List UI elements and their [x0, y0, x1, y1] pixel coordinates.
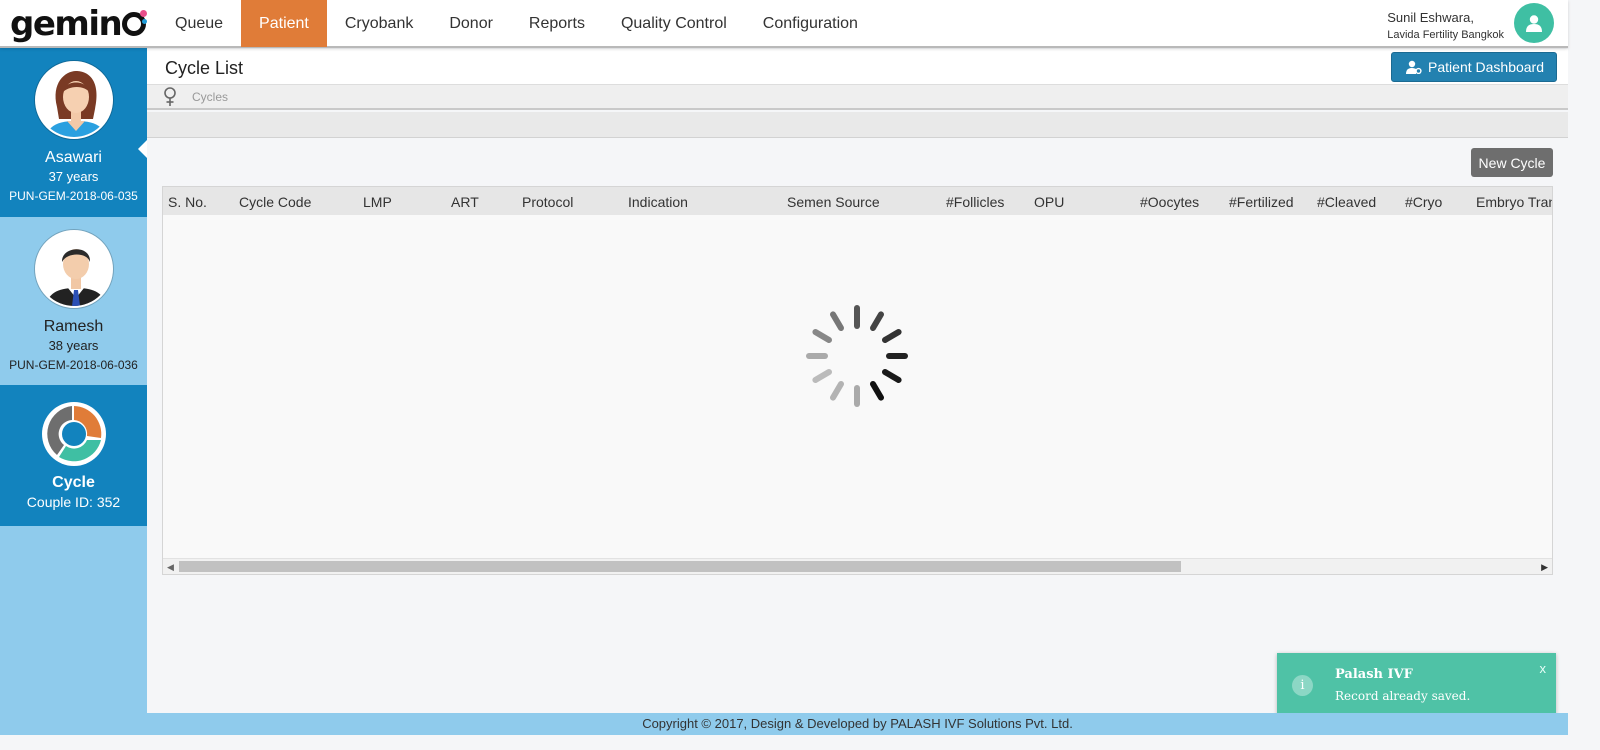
female-patient-age: 37 years	[48, 169, 99, 184]
col-s-no[interactable]: S. No.	[168, 194, 207, 210]
breadcrumb: Cycles	[147, 85, 1568, 110]
breadcrumb-cycles[interactable]: Cycles	[192, 90, 228, 104]
patient-dashboard-button[interactable]: Patient Dashboard	[1391, 52, 1557, 82]
col-lmp[interactable]: LMP	[363, 194, 392, 210]
col-oocytes[interactable]: #Oocytes	[1140, 194, 1199, 210]
logo-o-mark	[122, 10, 148, 36]
footer-copyright: Copyright © 2017, Design & Developed by …	[147, 713, 1568, 735]
new-cycle-button[interactable]: New Cycle	[1471, 148, 1553, 177]
cycle-card[interactable]: Cycle Couple ID: 352	[0, 385, 147, 526]
main-nav: Queue Patient Cryobank Donor Reports Qua…	[157, 0, 876, 47]
gemino-logo[interactable]: gemin	[10, 4, 148, 44]
col-cycle-code[interactable]: Cycle Code	[239, 194, 311, 210]
user-cog-icon	[1406, 60, 1422, 74]
col-protocol[interactable]: Protocol	[522, 194, 573, 210]
user-name: Sunil Eshwara,	[1387, 10, 1474, 25]
col-follicles[interactable]: #Follicles	[946, 194, 1004, 210]
user-organization: Lavida Fertility Bangkok	[1387, 29, 1504, 41]
male-patient-card[interactable]: Ramesh 38 years PUN-GEM-2018-06-036	[0, 217, 147, 385]
scrollbar-thumb[interactable]	[179, 561, 1181, 572]
user-avatar-icon[interactable]	[1514, 3, 1554, 43]
toast-message: Record already saved.	[1335, 689, 1471, 703]
grid-header: S. No. Cycle Code LMP ART Protocol Indic…	[163, 187, 1552, 215]
col-fertilized[interactable]: #Fertilized	[1229, 194, 1294, 210]
loading-spinner-icon	[803, 302, 911, 410]
nav-queue[interactable]: Queue	[157, 0, 241, 47]
nav-quality-control[interactable]: Quality Control	[603, 0, 745, 47]
logo-text: gemin	[10, 4, 123, 44]
col-art[interactable]: ART	[451, 194, 479, 210]
top-navbar: gemin Queue Patient Cryobank Donor Repor…	[0, 0, 1568, 48]
nav-configuration[interactable]: Configuration	[745, 0, 876, 47]
toast-notification: i Palash IVF Record already saved. x	[1277, 653, 1556, 716]
male-patient-age: 38 years	[48, 338, 99, 353]
col-semen-source[interactable]: Semen Source	[787, 194, 880, 210]
col-indication[interactable]: Indication	[628, 194, 688, 210]
user-info: Sunil Eshwara, Lavida Fertility Bangkok	[1387, 10, 1504, 42]
info-icon: i	[1292, 675, 1313, 696]
nav-reports[interactable]: Reports	[511, 0, 603, 47]
female-symbol-icon	[163, 87, 177, 112]
col-cleaved[interactable]: #Cleaved	[1317, 194, 1376, 210]
cycle-title: Cycle	[52, 474, 95, 491]
nav-donor[interactable]: Donor	[431, 0, 511, 47]
col-cryo[interactable]: #Cryo	[1405, 194, 1442, 210]
page-title: Cycle List	[165, 58, 244, 78]
male-patient-name: Ramesh	[43, 318, 104, 335]
female-patient-card[interactable]: Asawari 37 years PUN-GEM-2018-06-035	[0, 48, 147, 217]
active-card-pointer	[138, 140, 147, 158]
toolbar-strip	[147, 112, 1568, 138]
toast-close-button[interactable]: x	[1540, 661, 1547, 676]
female-patient-name: Asawari	[45, 149, 102, 166]
scroll-left-icon[interactable]: ◀	[167, 562, 174, 573]
couple-id: Couple ID: 352	[26, 494, 121, 510]
cycle-icon	[41, 402, 106, 466]
col-opu[interactable]: OPU	[1034, 194, 1064, 210]
col-embryo-transfer[interactable]: Embryo Tran	[1476, 194, 1552, 210]
page-header: Cycle List Patient Dashboard	[147, 49, 1568, 85]
nav-cryobank[interactable]: Cryobank	[327, 0, 431, 47]
female-patient-id: PUN-GEM-2018-06-035	[9, 189, 138, 203]
scroll-right-icon[interactable]: ▶	[1541, 562, 1548, 573]
horizontal-scrollbar[interactable]: ◀ ▶	[163, 558, 1552, 574]
female-avatar-icon	[34, 61, 113, 139]
nav-patient[interactable]: Patient	[241, 0, 327, 47]
male-avatar-icon	[34, 230, 113, 308]
patient-dashboard-label: Patient Dashboard	[1428, 59, 1544, 75]
toast-title: Palash IVF	[1335, 667, 1413, 682]
patient-sidebar: Asawari 37 years PUN-GEM-2018-06-035 Ram…	[0, 48, 147, 735]
male-patient-id: PUN-GEM-2018-06-036	[9, 358, 138, 372]
